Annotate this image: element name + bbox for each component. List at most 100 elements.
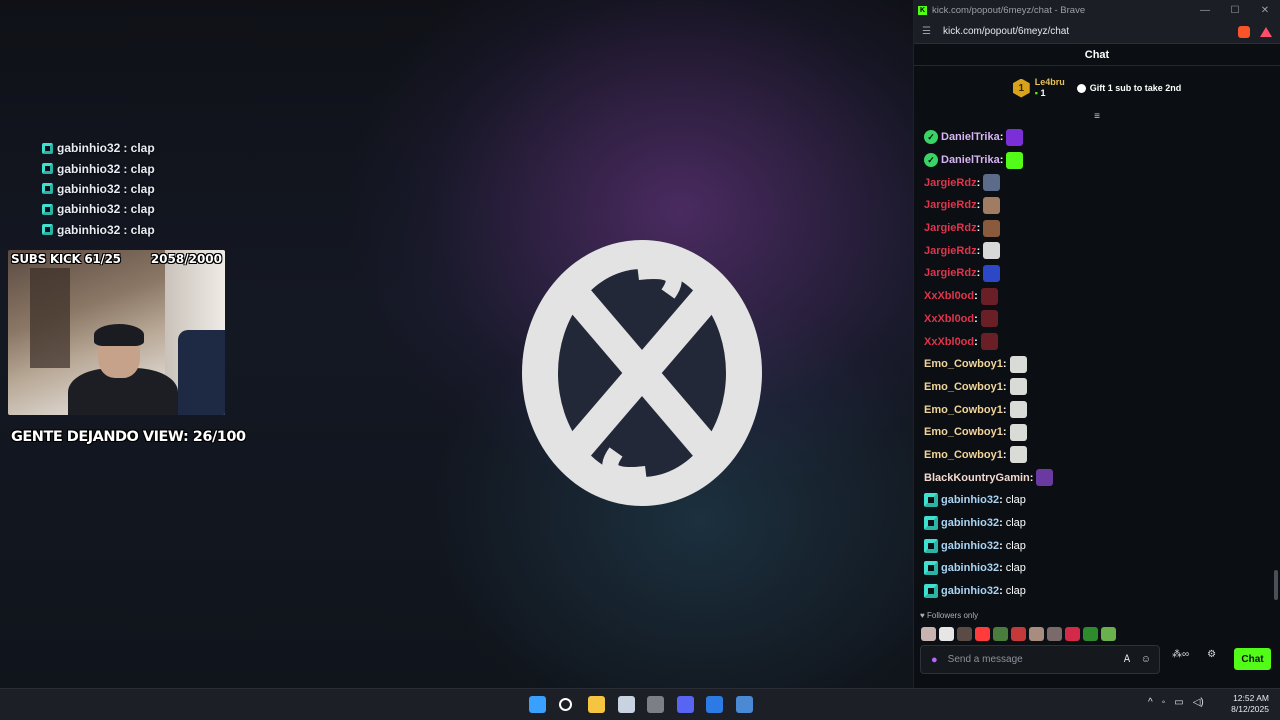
- brave-shields-icon[interactable]: [1238, 25, 1250, 38]
- chat-emote-icon[interactable]: [1009, 423, 1027, 441]
- close-button[interactable]: ✕: [1250, 5, 1280, 16]
- translate-icon[interactable]: Ꭺ: [1124, 654, 1131, 665]
- message-input[interactable]: ● Send a message Ꭺ ☺: [920, 645, 1160, 674]
- chat-username[interactable]: gabinhio32: [941, 517, 999, 529]
- display-icon[interactable]: ▭: [1174, 697, 1183, 708]
- recent-emote-icon[interactable]: [975, 627, 990, 641]
- recent-emote-icon[interactable]: [921, 627, 936, 641]
- gem-icon: [1076, 83, 1086, 93]
- chat-username[interactable]: XxXbl0od: [924, 336, 974, 348]
- chat-emote-icon[interactable]: [980, 310, 998, 328]
- chat-emote-icon[interactable]: [1009, 401, 1027, 419]
- overlay-chat-user: gabinhio32: [57, 181, 121, 196]
- url-text[interactable]: kick.com/popout/6meyz/chat: [943, 26, 1069, 37]
- window-titlebar: K kick.com/popout/6meyz/chat - Brave — ☐…: [914, 0, 1280, 20]
- vpn-icon[interactable]: [706, 696, 723, 713]
- chat-emote-icon[interactable]: [1009, 378, 1027, 396]
- chat-emote-icon[interactable]: [983, 219, 1001, 237]
- chat-username[interactable]: XxXbl0od: [924, 290, 974, 302]
- chat-username[interactable]: Emo_Cowboy1: [924, 449, 1003, 461]
- chat-username[interactable]: gabinhio32: [941, 585, 999, 597]
- recent-emote-icon[interactable]: [1047, 627, 1062, 641]
- chat-username[interactable]: JargieRdz: [924, 245, 977, 257]
- message-placeholder[interactable]: Send a message: [948, 654, 1023, 665]
- tray-mic-icon[interactable]: ◦: [1162, 697, 1166, 708]
- chat-emote-icon[interactable]: [1009, 355, 1027, 373]
- microphone-icon[interactable]: ●: [931, 654, 938, 666]
- overlay-chat-text: : clap: [123, 222, 155, 237]
- tray-overflow-icon[interactable]: ^: [1148, 697, 1153, 708]
- chat-username[interactable]: JargieRdz: [924, 177, 977, 189]
- maximize-button[interactable]: ☐: [1220, 5, 1250, 16]
- chat-separator: :: [999, 585, 1003, 598]
- chat-username[interactable]: Emo_Cowboy1: [924, 381, 1003, 393]
- gifter-badge-icon: [42, 203, 53, 215]
- chat-scrollbar[interactable]: [1274, 570, 1278, 600]
- chat-username[interactable]: Emo_Cowboy1: [924, 358, 1003, 370]
- recent-emote-icon[interactable]: [939, 627, 954, 641]
- chat-messages: ✓ DanielTrika: ✓ DanielTrika: JargieRdz: Jarg…: [914, 124, 1280, 602]
- recent-emote-icon[interactable]: [957, 627, 972, 641]
- recent-emote-icon[interactable]: [993, 627, 1008, 641]
- chat-emote-icon[interactable]: [983, 174, 1001, 192]
- chat-message: JargieRdz:: [924, 239, 1280, 262]
- search-icon[interactable]: [558, 698, 572, 711]
- gift-sub-cta[interactable]: Gift 1 sub to take 2nd: [1076, 83, 1181, 93]
- emote-picker-icon[interactable]: ☺: [1141, 654, 1151, 665]
- windows-start-icon[interactable]: [529, 696, 546, 713]
- chat-emote-icon[interactable]: [1006, 128, 1024, 146]
- chat-username[interactable]: Emo_Cowboy1: [924, 426, 1003, 438]
- chat-username[interactable]: JargieRdz: [924, 222, 977, 234]
- store-icon[interactable]: [617, 696, 635, 713]
- chat-username[interactable]: DanielTrika: [941, 154, 1000, 166]
- overlay-chat-line: gabinhio32: clap: [42, 220, 242, 240]
- chat-username[interactable]: BlackKountryGamin: [924, 472, 1030, 484]
- chat-settings-icon[interactable]: ⚙: [1207, 649, 1216, 660]
- overlay-chat-text: : clap: [123, 202, 155, 217]
- chat-message: JargieRdz:: [924, 217, 1280, 240]
- chat-emote-icon[interactable]: [980, 287, 998, 305]
- minimize-button[interactable]: —: [1190, 5, 1220, 16]
- chat-username[interactable]: gabinhio32: [941, 540, 999, 552]
- rank-badge: 1: [1012, 78, 1030, 98]
- discord-icon[interactable]: [676, 696, 694, 713]
- address-bar[interactable]: ☰ kick.com/popout/6meyz/chat: [914, 20, 1280, 44]
- chat-emote-icon[interactable]: [1036, 469, 1054, 487]
- chat-emote-icon[interactable]: [983, 242, 1001, 260]
- chat-emote-icon[interactable]: [1006, 151, 1024, 169]
- chat-username[interactable]: JargieRdz: [924, 267, 977, 279]
- chat-emote-icon[interactable]: [983, 264, 1001, 282]
- chat-emote-icon[interactable]: [980, 333, 998, 351]
- chat-username[interactable]: XxXbl0od: [924, 313, 974, 325]
- chat-separator: :: [976, 244, 981, 257]
- recent-emote-icon[interactable]: [1011, 627, 1026, 641]
- send-chat-button[interactable]: Chat: [1234, 648, 1271, 670]
- overlay-chat-user: gabinhio32: [57, 141, 121, 156]
- recent-emote-icon[interactable]: [1083, 627, 1098, 641]
- chat-username[interactable]: gabinhio32: [941, 494, 999, 506]
- chat-username[interactable]: DanielTrika: [941, 131, 1000, 143]
- chat-tools: ⁂∞ ⚙: [1172, 649, 1216, 660]
- chat-emote-icon[interactable]: [1009, 446, 1027, 464]
- chat-emote-icon[interactable]: [983, 196, 1001, 214]
- brave-rewards-icon[interactable]: [1260, 26, 1272, 37]
- recent-emote-icon[interactable]: [1029, 627, 1044, 641]
- chat-username[interactable]: Emo_Cowboy1: [924, 404, 1003, 416]
- volume-icon[interactable]: ◁): [1193, 697, 1204, 708]
- recent-emote-icon[interactable]: [1101, 627, 1116, 641]
- system-clock[interactable]: 12:52 AM 8/12/2025: [1225, 693, 1269, 715]
- chat-username[interactable]: JargieRdz: [924, 199, 977, 211]
- webcam-feed: SUBS KICK 61/25 2058/2000: [8, 250, 225, 415]
- pinned-collapse-icon[interactable]: ≡: [914, 110, 1280, 124]
- gift-leaderboard[interactable]: 1 Le4bru ▪ 1 Gift 1 sub to take 2nd: [914, 66, 1280, 110]
- overlay-chat-text: : clap: [123, 141, 155, 156]
- file-explorer-icon[interactable]: [588, 696, 605, 713]
- site-settings-icon[interactable]: ☰: [922, 26, 931, 37]
- chat-username[interactable]: gabinhio32: [941, 562, 999, 574]
- obs-icon[interactable]: [647, 696, 664, 713]
- kick-points-icon[interactable]: ⁂∞: [1172, 649, 1189, 660]
- chat-message: gabinhio32: clap: [924, 557, 1280, 580]
- steam-icon[interactable]: [735, 696, 753, 713]
- recent-emote-icon[interactable]: [1065, 627, 1080, 641]
- gifter-badge-icon: [42, 163, 53, 175]
